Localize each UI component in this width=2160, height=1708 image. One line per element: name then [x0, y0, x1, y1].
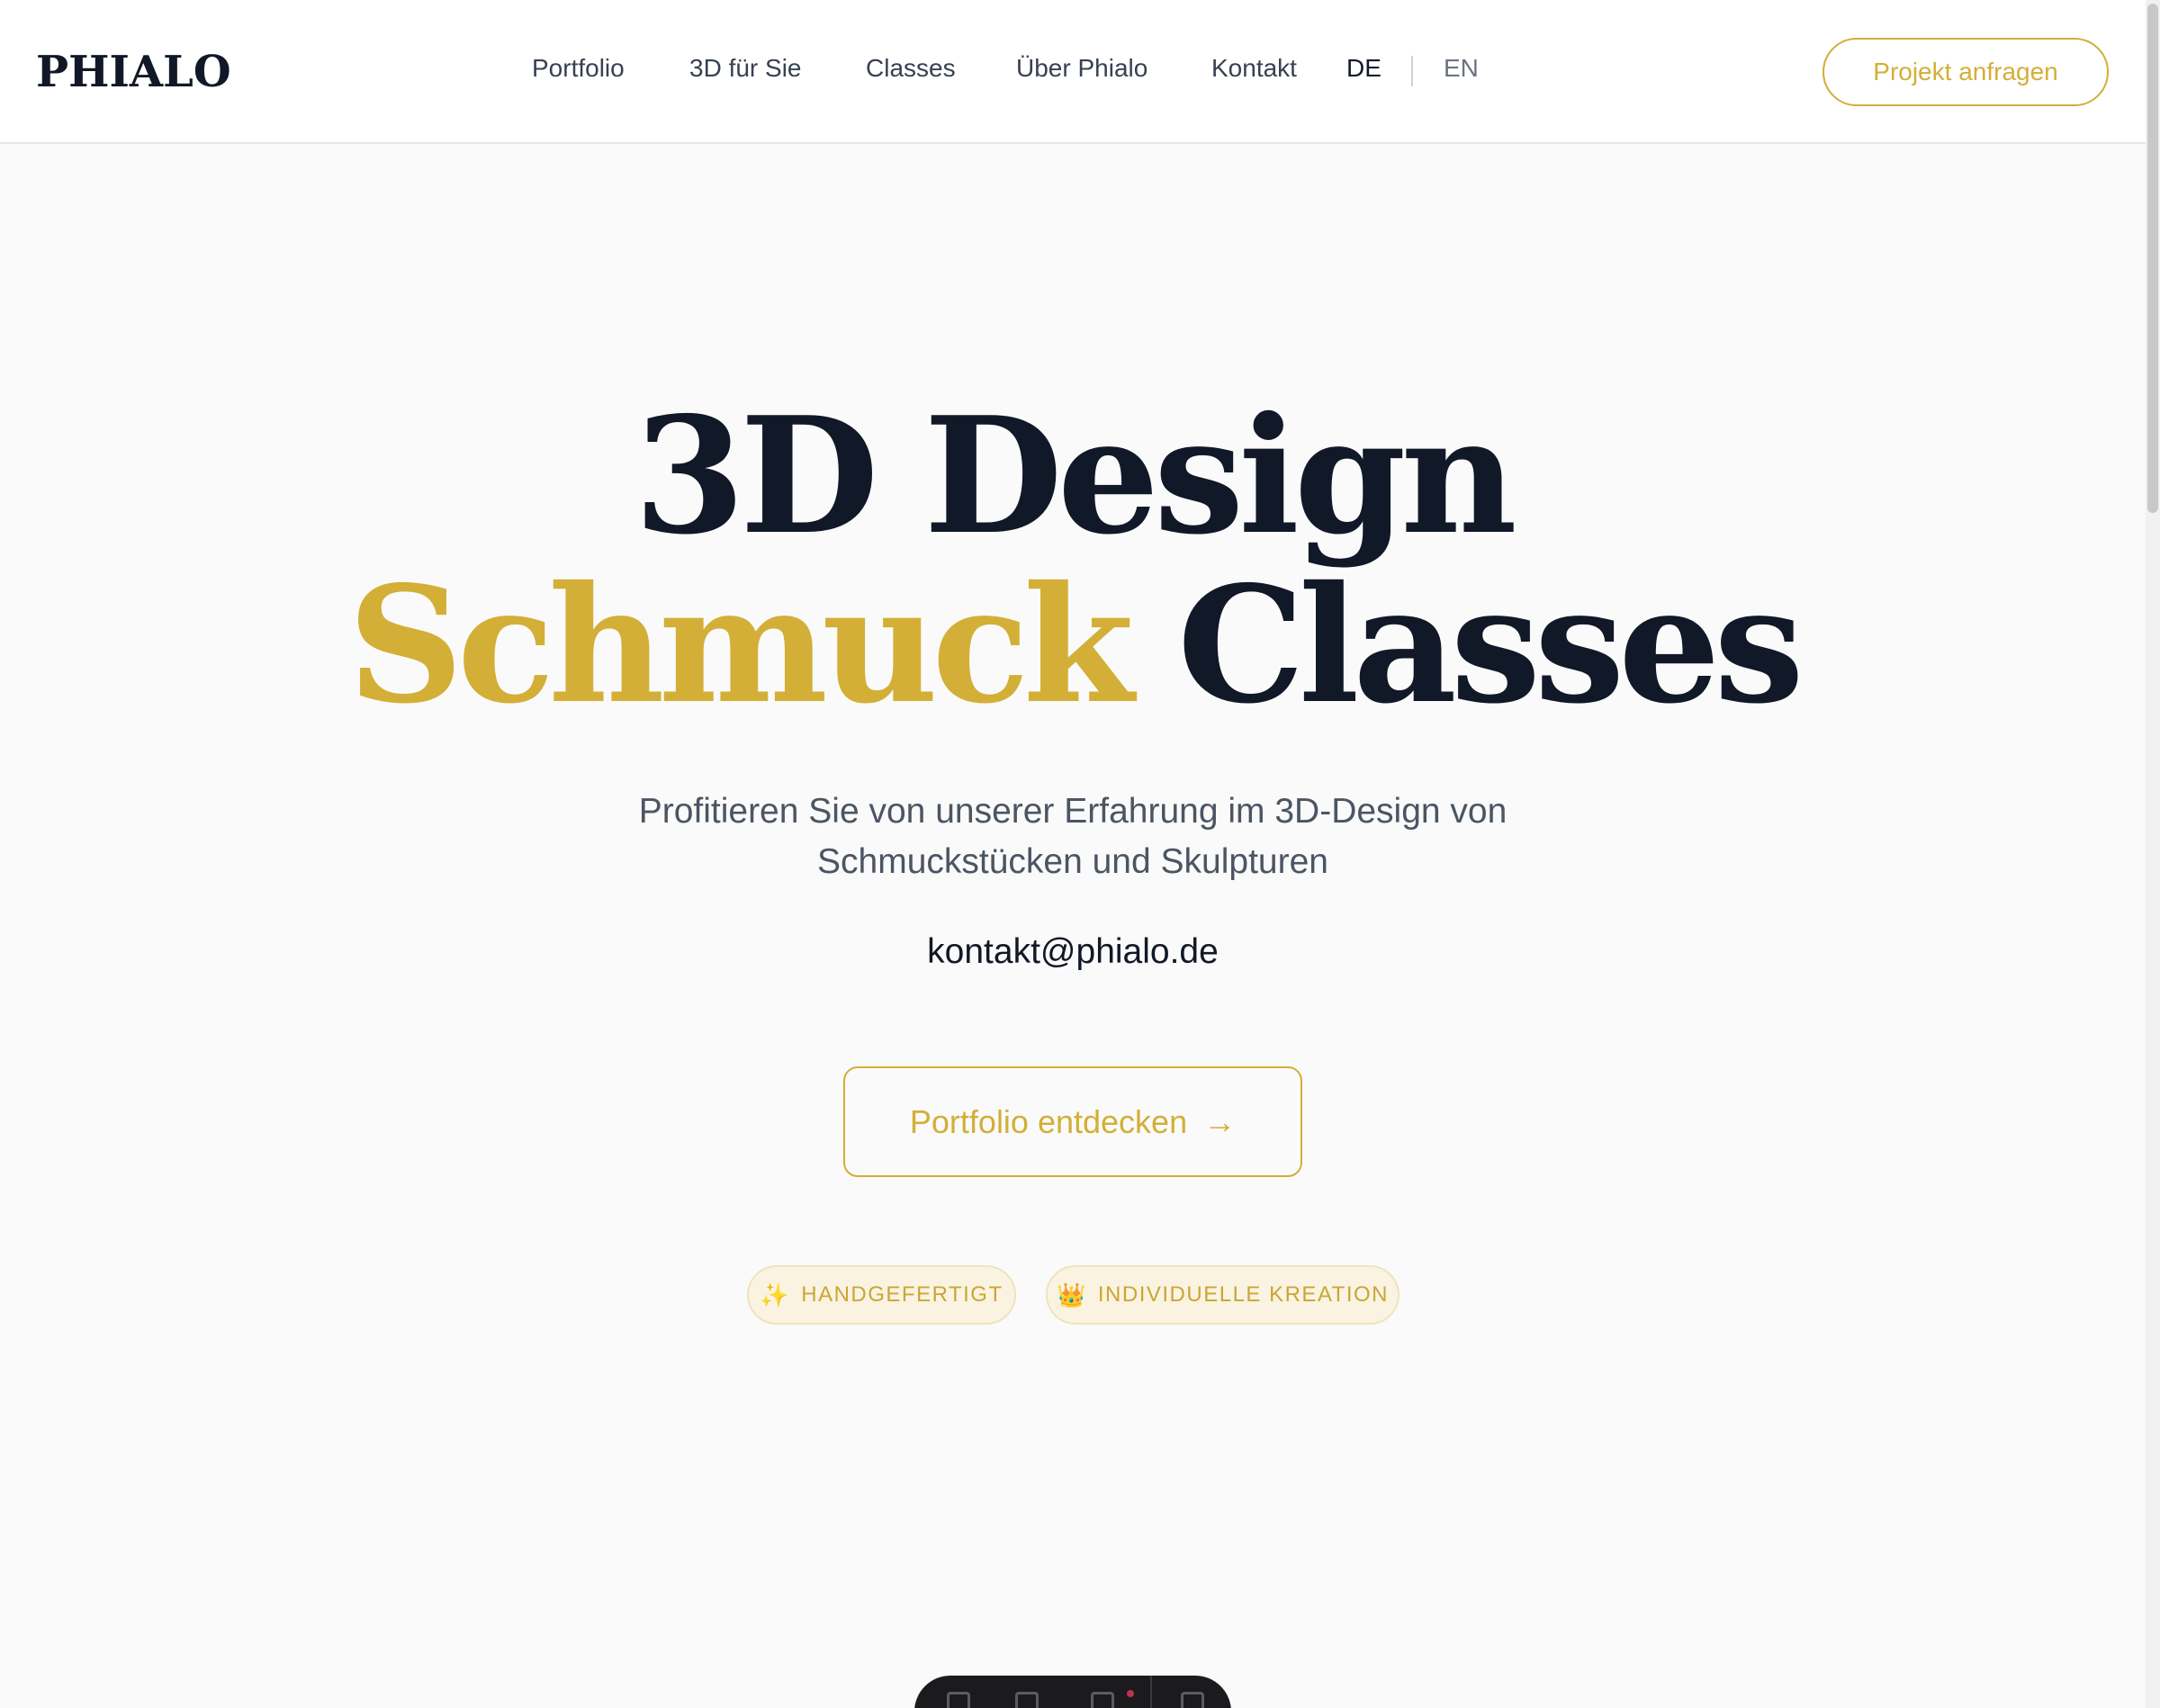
language-divider: [1411, 56, 1413, 86]
explore-portfolio-label: Portfolio entdecken: [909, 1102, 1188, 1140]
badge-label: HANDGEFERTIGT: [801, 1282, 1004, 1307]
hero-subtitle-line-1: Profitieren Sie von unserer Erfahrung im…: [638, 792, 1508, 831]
explore-portfolio-button[interactable]: Portfolio entdecken →: [843, 1066, 1302, 1177]
hero-title-gold-word: Schmuck: [347, 551, 1134, 739]
arrow-right-icon: →: [1203, 1102, 1237, 1140]
toolbar-settings-icon[interactable]: [1181, 1692, 1204, 1708]
language-de[interactable]: DE: [1346, 54, 1382, 83]
crown-icon: 👑: [1057, 1281, 1087, 1308]
floating-toolbar[interactable]: [914, 1676, 1231, 1708]
toolbar-notification-dot: [1127, 1690, 1134, 1697]
request-project-button[interactable]: Projekt anfragen: [1822, 38, 2109, 106]
hero-title-line-1: 3D Design: [634, 382, 1517, 570]
nav-link-portfolio[interactable]: Portfolio: [532, 54, 625, 83]
toolbar-divider: [1150, 1676, 1152, 1708]
language-en[interactable]: EN: [1444, 54, 1479, 83]
site-header: PHIALO Portfolio 3D für Sie Classes Über…: [0, 0, 2146, 144]
scrollbar-thumb[interactable]: [2147, 4, 2158, 513]
badge-individuelle-kreation: 👑 INDIVIDUELLE KREATION: [1046, 1265, 1400, 1325]
badge-label: INDIVIDUELLE KREATION: [1097, 1282, 1389, 1307]
nav-link-ueber-phialo[interactable]: Über Phialo: [1016, 54, 1148, 83]
nav-link-kontakt[interactable]: Kontakt: [1211, 54, 1297, 83]
nav-link-3d-fuer-sie[interactable]: 3D für Sie: [689, 54, 802, 83]
toolbar-pointer-icon[interactable]: [1015, 1692, 1039, 1708]
contact-email-link[interactable]: kontakt@phialo.de: [0, 932, 2146, 972]
badge-handgefertigt: ✨ HANDGEFERTIGT: [747, 1265, 1016, 1325]
hero-subtitle: Profitieren Sie von unserer Erfahrung im…: [0, 787, 2146, 887]
sparkles-icon: ✨: [760, 1281, 791, 1308]
hero-subtitle-line-2: Schmuckstücken und Skulpturen: [817, 842, 1328, 881]
hero-title-rest: Classes: [1177, 551, 1804, 739]
site-logo[interactable]: PHIALO: [36, 47, 231, 97]
toolbar-text-icon[interactable]: [947, 1692, 970, 1708]
toolbar-list-icon[interactable]: [1091, 1692, 1114, 1708]
hero-title-line-2: Schmuck Classes: [0, 565, 2146, 725]
nav-link-classes[interactable]: Classes: [866, 54, 956, 83]
page: PHIALO Portfolio 3D für Sie Classes Über…: [0, 0, 2160, 1708]
